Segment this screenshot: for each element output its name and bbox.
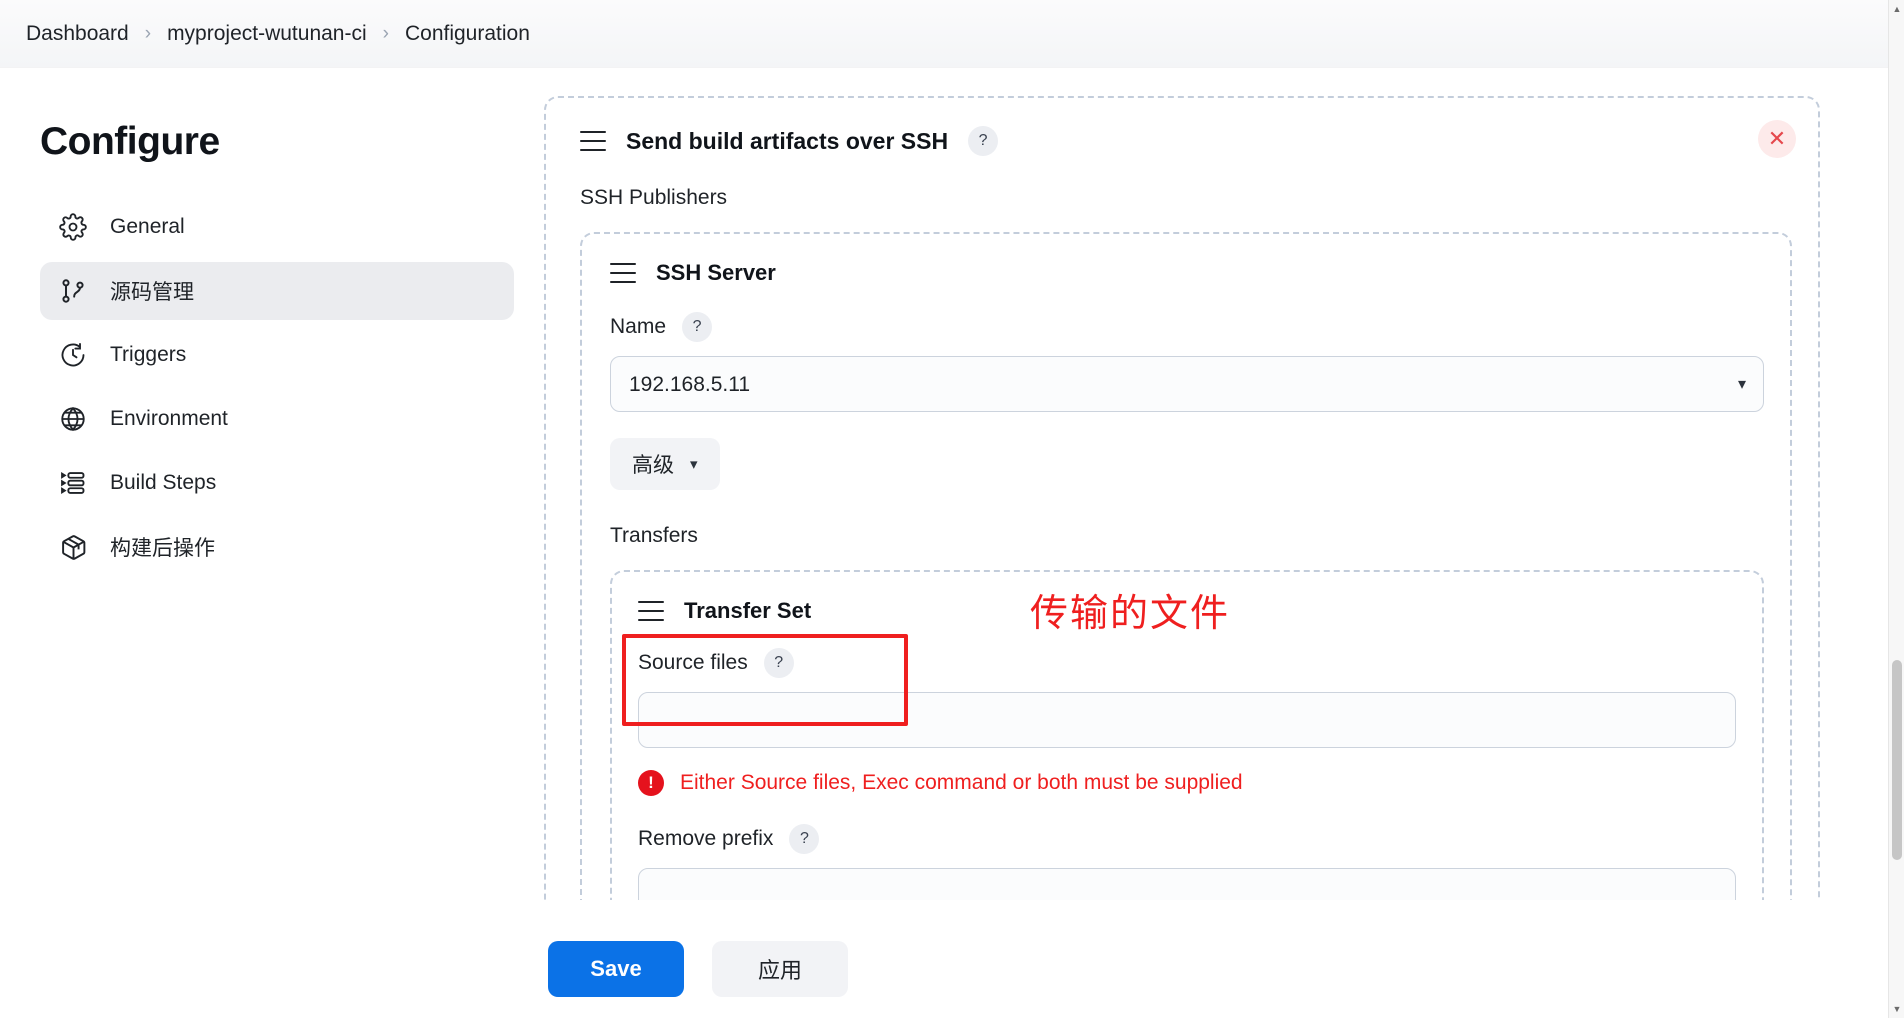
- help-icon[interactable]: ?: [763, 648, 794, 678]
- window-scrollbar[interactable]: ▲ ▼: [1888, 0, 1904, 1018]
- ssh-server-name-field: Name ? 192.168.5.11 ▾: [582, 286, 1790, 412]
- clock-icon: [58, 340, 88, 370]
- transfers-label: Transfers: [610, 524, 698, 547]
- sidebar-item-label: Build Steps: [110, 471, 217, 494]
- gear-icon: [58, 212, 88, 242]
- sidebar-item-general[interactable]: General: [40, 198, 514, 256]
- drag-handle-icon[interactable]: [638, 601, 664, 621]
- chevron-down-icon: ▾: [690, 456, 698, 473]
- ssh-server-title: SSH Server: [656, 260, 776, 285]
- error-message: Either Source files, Exec command or bot…: [680, 771, 1243, 794]
- close-icon[interactable]: ✕: [1758, 120, 1796, 158]
- sidebar-item-label: Triggers: [110, 343, 187, 366]
- breadcrumb-separator-icon: ›: [144, 23, 152, 44]
- sidebar-item-post-build-actions[interactable]: 构建后操作: [40, 518, 514, 576]
- sidebar-item-triggers[interactable]: Triggers: [40, 326, 514, 384]
- main-content: ✕ Send build artifacts over SSH ? SSH Pu…: [540, 68, 1888, 918]
- sidebar-item-label: General: [110, 215, 185, 238]
- drag-handle-icon[interactable]: [580, 131, 606, 151]
- source-files-input[interactable]: [638, 692, 1736, 748]
- sidebar: Configure General 源码管理 Triggers Environm…: [0, 68, 540, 1018]
- content-fade-mask: [540, 900, 1888, 920]
- save-button[interactable]: Save: [548, 940, 684, 997]
- package-icon: [58, 532, 88, 562]
- breadcrumb-item-project[interactable]: myproject-wutunan-ci: [167, 22, 367, 46]
- transfer-set-card: Transfer Set 传输的文件 Source files ? ! Eith…: [610, 570, 1764, 918]
- ssh-server-header: SSH Server: [582, 260, 1790, 286]
- help-icon[interactable]: ?: [789, 824, 820, 854]
- remove-prefix-label: Remove prefix: [638, 827, 774, 850]
- globe-icon: [58, 404, 88, 434]
- sidebar-item-environment[interactable]: Environment: [40, 390, 514, 448]
- name-label: Name: [610, 315, 667, 338]
- source-files-error: ! Either Source files, Exec command or b…: [612, 748, 1762, 796]
- breadcrumb-item-dashboard[interactable]: Dashboard: [26, 22, 129, 46]
- error-icon: !: [638, 770, 664, 796]
- sidebar-item-label: 构建后操作: [110, 537, 215, 560]
- list-steps-icon: [58, 468, 88, 498]
- help-icon[interactable]: ?: [968, 126, 999, 156]
- breadcrumb-item-configuration[interactable]: Configuration: [405, 22, 530, 46]
- ssh-server-card: SSH Server Name ? 192.168.5.11 ▾ 高级 ▾ Tr…: [580, 232, 1792, 918]
- sidebar-item-build-steps[interactable]: Build Steps: [40, 454, 514, 512]
- scrollbar-thumb[interactable]: [1892, 660, 1902, 860]
- ssh-server-name-select[interactable]: 192.168.5.11: [610, 356, 1764, 412]
- breadcrumb: Dashboard › myproject-wutunan-ci › Confi…: [0, 0, 1888, 68]
- ssh-publishers-label: SSH Publishers: [580, 186, 728, 209]
- sidebar-item-label: Environment: [110, 407, 228, 430]
- transfer-set-title: Transfer Set: [684, 598, 812, 623]
- publisher-card-header: Send build artifacts over SSH ?: [546, 126, 1818, 156]
- source-files-label: Source files: [638, 651, 748, 674]
- annotation-text: 传输的文件: [1030, 591, 1231, 635]
- scroll-up-arrow-icon[interactable]: ▲: [1889, 0, 1904, 18]
- publisher-card-title: Send build artifacts over SSH: [626, 127, 949, 154]
- publisher-card: ✕ Send build artifacts over SSH ? SSH Pu…: [544, 96, 1820, 918]
- page-title: Configure: [40, 120, 220, 163]
- help-icon[interactable]: ?: [682, 312, 713, 342]
- git-branch-icon: [58, 276, 88, 306]
- sidebar-item-source-code-management[interactable]: 源码管理: [40, 262, 514, 320]
- apply-button[interactable]: 应用: [712, 940, 848, 997]
- form-footer: Save 应用: [540, 918, 1888, 1018]
- drag-handle-icon[interactable]: [610, 263, 636, 283]
- advanced-label: 高级: [632, 454, 674, 477]
- sidebar-item-label: 源码管理: [110, 281, 194, 304]
- scroll-down-arrow-icon[interactable]: ▼: [1889, 1000, 1904, 1018]
- breadcrumb-separator-icon: ›: [382, 23, 389, 44]
- advanced-row: 高级 ▾: [582, 412, 1790, 490]
- advanced-toggle-button[interactable]: 高级 ▾: [610, 438, 720, 490]
- source-files-field: Source files ?: [612, 624, 1762, 748]
